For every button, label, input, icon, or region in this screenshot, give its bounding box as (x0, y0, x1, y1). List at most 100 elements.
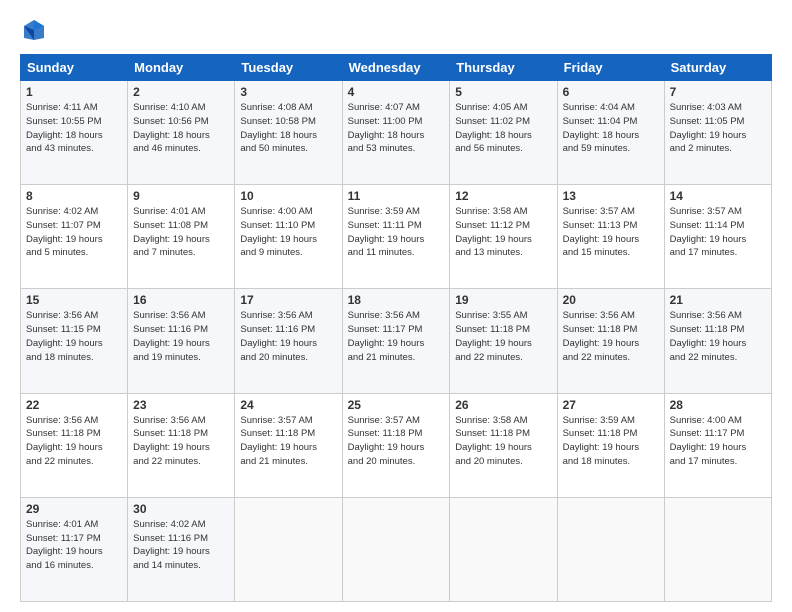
calendar-cell: 21 Sunrise: 3:56 AM Sunset: 11:18 PM Dayl… (664, 289, 771, 393)
calendar-cell: 17 Sunrise: 3:56 AM Sunset: 11:16 PM Dayl… (235, 289, 342, 393)
calendar-header-saturday: Saturday (664, 55, 771, 81)
calendar-cell (664, 497, 771, 601)
calendar-cell: 26 Sunrise: 3:58 AM Sunset: 11:18 PM Dayl… (450, 393, 557, 497)
day-number: 16 (133, 293, 229, 307)
day-number: 3 (240, 85, 336, 99)
day-info: Sunrise: 3:58 AM Sunset: 11:12 PM Daylig… (455, 205, 551, 260)
day-info: Sunrise: 3:56 AM Sunset: 11:16 PM Daylig… (240, 309, 336, 364)
day-number: 7 (670, 85, 766, 99)
day-number: 4 (348, 85, 445, 99)
calendar-cell: 1 Sunrise: 4:11 AM Sunset: 10:55 PM Dayli… (21, 81, 128, 185)
calendar-cell: 9 Sunrise: 4:01 AM Sunset: 11:08 PM Dayli… (128, 185, 235, 289)
day-info: Sunrise: 4:00 AM Sunset: 11:17 PM Daylig… (670, 414, 766, 469)
calendar-cell: 11 Sunrise: 3:59 AM Sunset: 11:11 PM Dayl… (342, 185, 450, 289)
day-number: 9 (133, 189, 229, 203)
calendar-cell: 29 Sunrise: 4:01 AM Sunset: 11:17 PM Dayl… (21, 497, 128, 601)
day-info: Sunrise: 4:11 AM Sunset: 10:55 PM Daylig… (26, 101, 122, 156)
day-info: Sunrise: 4:07 AM Sunset: 11:00 PM Daylig… (348, 101, 445, 156)
day-info: Sunrise: 4:02 AM Sunset: 11:16 PM Daylig… (133, 518, 229, 573)
day-number: 24 (240, 398, 336, 412)
calendar-header-sunday: Sunday (21, 55, 128, 81)
day-number: 30 (133, 502, 229, 516)
day-info: Sunrise: 3:57 AM Sunset: 11:18 PM Daylig… (348, 414, 445, 469)
calendar-cell: 23 Sunrise: 3:56 AM Sunset: 11:18 PM Dayl… (128, 393, 235, 497)
calendar-row-4: 29 Sunrise: 4:01 AM Sunset: 11:17 PM Dayl… (21, 497, 772, 601)
calendar-cell: 14 Sunrise: 3:57 AM Sunset: 11:14 PM Dayl… (664, 185, 771, 289)
calendar-cell: 12Sunrise: 3:58 AM Sunset: 11:12 PM Dayl… (450, 185, 557, 289)
calendar-cell: 28 Sunrise: 4:00 AM Sunset: 11:17 PM Dayl… (664, 393, 771, 497)
day-info: Sunrise: 3:56 AM Sunset: 11:17 PM Daylig… (348, 309, 445, 364)
day-info: Sunrise: 3:56 AM Sunset: 11:16 PM Daylig… (133, 309, 229, 364)
day-number: 26 (455, 398, 551, 412)
day-number: 21 (670, 293, 766, 307)
day-number: 27 (563, 398, 659, 412)
calendar-cell (342, 497, 450, 601)
calendar-cell: 8 Sunrise: 4:02 AM Sunset: 11:07 PM Dayli… (21, 185, 128, 289)
day-info: Sunrise: 3:58 AM Sunset: 11:18 PM Daylig… (455, 414, 551, 469)
day-info: Sunrise: 3:56 AM Sunset: 11:18 PM Daylig… (563, 309, 659, 364)
calendar-cell (450, 497, 557, 601)
day-number: 19 (455, 293, 551, 307)
header (20, 16, 772, 44)
calendar-cell: 19 Sunrise: 3:55 AM Sunset: 11:18 PM Dayl… (450, 289, 557, 393)
day-number: 10 (240, 189, 336, 203)
calendar-cell: 7 Sunrise: 4:03 AM Sunset: 11:05 PM Dayli… (664, 81, 771, 185)
calendar-cell: 27 Sunrise: 3:59 AM Sunset: 11:18 PM Dayl… (557, 393, 664, 497)
day-info: Sunrise: 3:55 AM Sunset: 11:18 PM Daylig… (455, 309, 551, 364)
day-info: Sunrise: 3:59 AM Sunset: 11:18 PM Daylig… (563, 414, 659, 469)
day-number: 25 (348, 398, 445, 412)
calendar-header-wednesday: Wednesday (342, 55, 450, 81)
day-number: 8 (26, 189, 122, 203)
day-info: Sunrise: 3:57 AM Sunset: 11:13 PM Daylig… (563, 205, 659, 260)
day-number: 18 (348, 293, 445, 307)
calendar-cell: 30 Sunrise: 4:02 AM Sunset: 11:16 PM Dayl… (128, 497, 235, 601)
day-number: 15 (26, 293, 122, 307)
day-info: Sunrise: 3:57 AM Sunset: 11:14 PM Daylig… (670, 205, 766, 260)
calendar-cell: 3Sunrise: 4:08 AM Sunset: 10:58 PM Dayli… (235, 81, 342, 185)
day-info: Sunrise: 4:05 AM Sunset: 11:02 PM Daylig… (455, 101, 551, 156)
calendar-cell: 16 Sunrise: 3:56 AM Sunset: 11:16 PM Dayl… (128, 289, 235, 393)
calendar-header-row: SundayMondayTuesdayWednesdayThursdayFrid… (21, 55, 772, 81)
day-number: 23 (133, 398, 229, 412)
calendar-cell: 22 Sunrise: 3:56 AM Sunset: 11:18 PM Dayl… (21, 393, 128, 497)
calendar-cell: 18 Sunrise: 3:56 AM Sunset: 11:17 PM Dayl… (342, 289, 450, 393)
day-info: Sunrise: 3:56 AM Sunset: 11:18 PM Daylig… (26, 414, 122, 469)
day-number: 11 (348, 189, 445, 203)
day-number: 2 (133, 85, 229, 99)
day-number: 13 (563, 189, 659, 203)
day-number: 14 (670, 189, 766, 203)
day-number: 22 (26, 398, 122, 412)
day-info: Sunrise: 3:56 AM Sunset: 11:18 PM Daylig… (133, 414, 229, 469)
calendar-cell: 24 Sunrise: 3:57 AM Sunset: 11:18 PM Dayl… (235, 393, 342, 497)
day-info: Sunrise: 3:57 AM Sunset: 11:18 PM Daylig… (240, 414, 336, 469)
calendar-row-3: 22 Sunrise: 3:56 AM Sunset: 11:18 PM Dayl… (21, 393, 772, 497)
calendar-page: SundayMondayTuesdayWednesdayThursdayFrid… (0, 0, 792, 612)
day-info: Sunrise: 4:02 AM Sunset: 11:07 PM Daylig… (26, 205, 122, 260)
day-info: Sunrise: 4:04 AM Sunset: 11:04 PM Daylig… (563, 101, 659, 156)
day-info: Sunrise: 3:56 AM Sunset: 11:18 PM Daylig… (670, 309, 766, 364)
calendar-cell (235, 497, 342, 601)
calendar-header-friday: Friday (557, 55, 664, 81)
day-info: Sunrise: 4:10 AM Sunset: 10:56 PM Daylig… (133, 101, 229, 156)
day-number: 29 (26, 502, 122, 516)
calendar-row-0: 1 Sunrise: 4:11 AM Sunset: 10:55 PM Dayli… (21, 81, 772, 185)
logo-icon (20, 16, 48, 44)
calendar-header-monday: Monday (128, 55, 235, 81)
day-number: 20 (563, 293, 659, 307)
day-number: 17 (240, 293, 336, 307)
calendar-cell: 15 Sunrise: 3:56 AM Sunset: 11:15 PM Dayl… (21, 289, 128, 393)
day-info: Sunrise: 3:59 AM Sunset: 11:11 PM Daylig… (348, 205, 445, 260)
calendar-row-1: 8 Sunrise: 4:02 AM Sunset: 11:07 PM Dayli… (21, 185, 772, 289)
day-number: 28 (670, 398, 766, 412)
day-number: 1 (26, 85, 122, 99)
calendar-cell: 6Sunrise: 4:04 AM Sunset: 11:04 PM Dayli… (557, 81, 664, 185)
calendar-header-tuesday: Tuesday (235, 55, 342, 81)
calendar-row-2: 15 Sunrise: 3:56 AM Sunset: 11:15 PM Dayl… (21, 289, 772, 393)
day-info: Sunrise: 4:01 AM Sunset: 11:17 PM Daylig… (26, 518, 122, 573)
calendar-cell: 10Sunrise: 4:00 AM Sunset: 11:10 PM Dayl… (235, 185, 342, 289)
day-info: Sunrise: 3:56 AM Sunset: 11:15 PM Daylig… (26, 309, 122, 364)
calendar-cell (557, 497, 664, 601)
logo (20, 16, 50, 44)
day-info: Sunrise: 4:03 AM Sunset: 11:05 PM Daylig… (670, 101, 766, 156)
day-info: Sunrise: 4:01 AM Sunset: 11:08 PM Daylig… (133, 205, 229, 260)
